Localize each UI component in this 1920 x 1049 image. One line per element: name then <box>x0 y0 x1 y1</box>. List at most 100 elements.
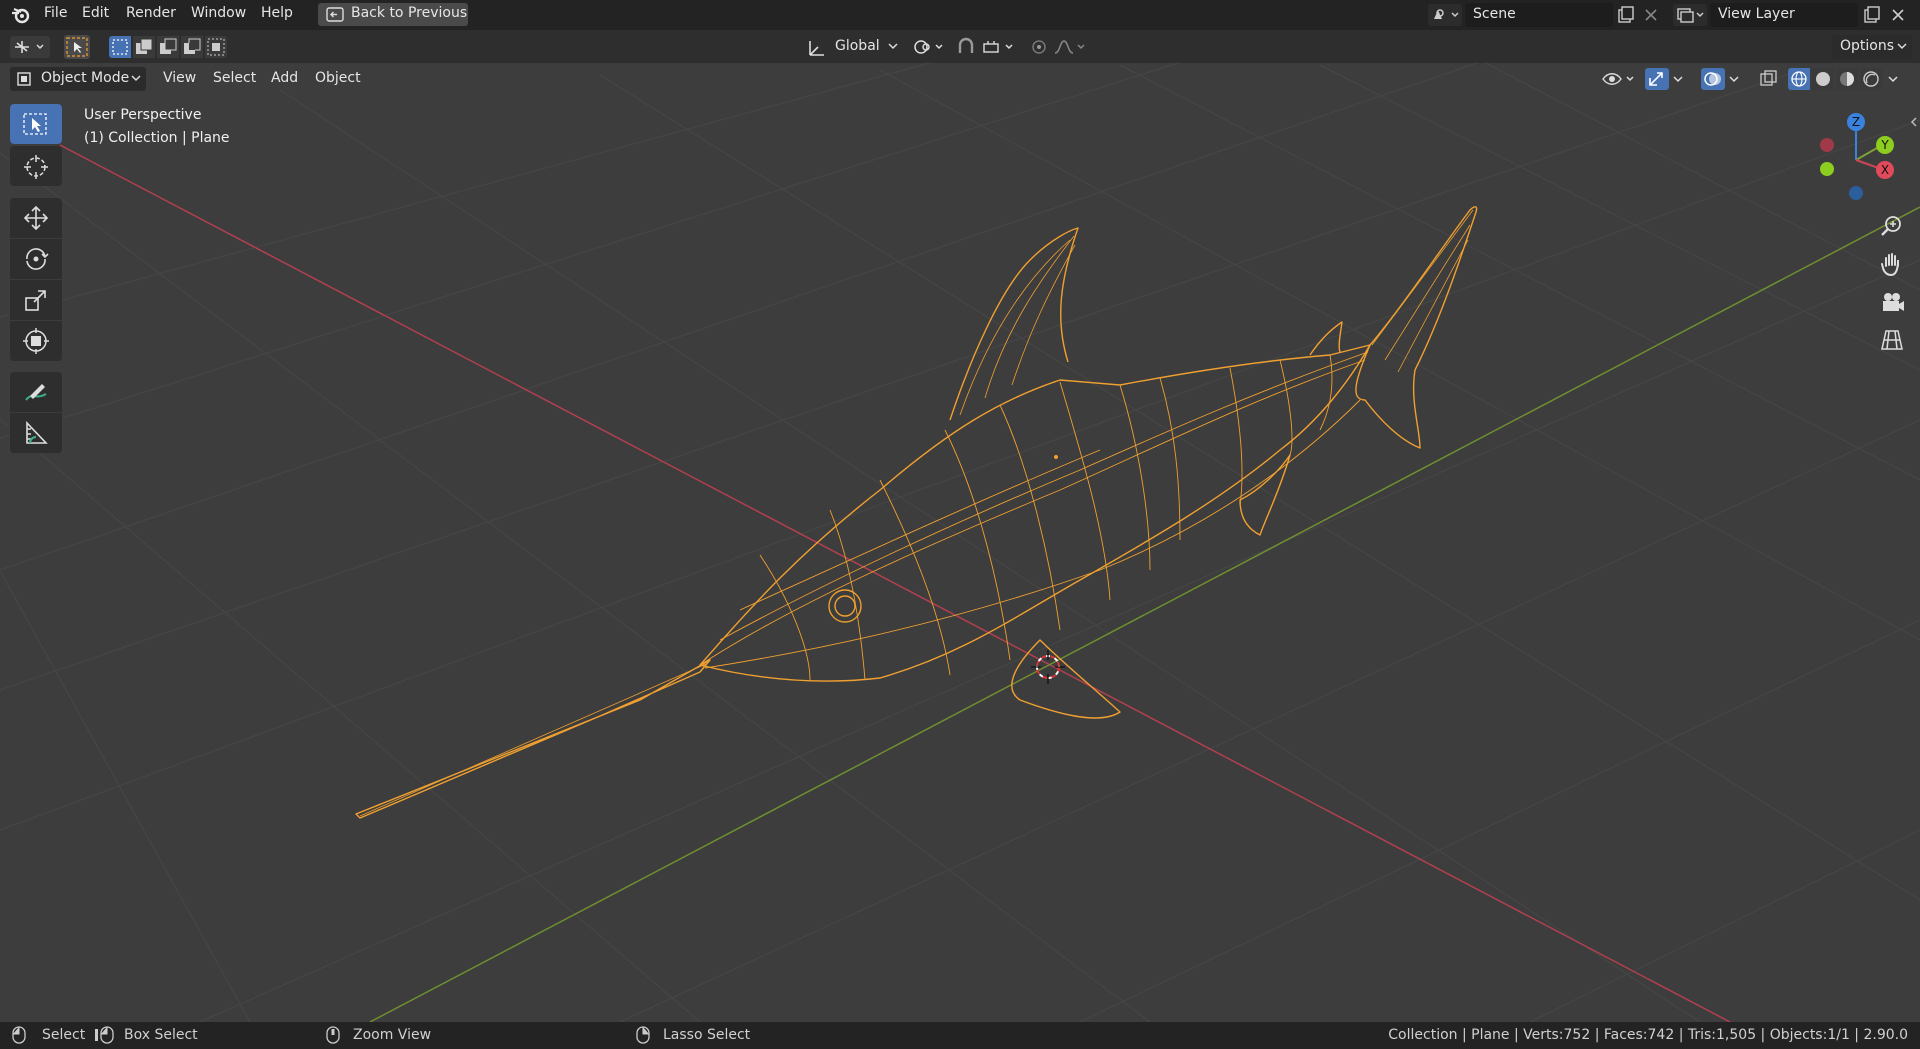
cursor-tool[interactable] <box>10 146 62 186</box>
select-mode-difference-icon[interactable] <box>181 36 203 58</box>
rotate-tool[interactable] <box>10 239 62 279</box>
move-tool[interactable] <box>10 198 62 238</box>
status-select: Select <box>42 1027 86 1043</box>
menu-render[interactable]: Render <box>126 5 176 21</box>
perspective-toggle-icon[interactable] <box>1878 326 1906 354</box>
chevron-down-icon <box>887 40 899 56</box>
mouse-drag-icon <box>94 1026 116 1048</box>
visibility-icon[interactable] <box>1600 68 1638 90</box>
gizmo-x-axis[interactable]: X <box>1876 161 1894 179</box>
mouse-right-icon <box>636 1026 650 1048</box>
chevron-down-icon <box>130 72 142 88</box>
viewport-canvas[interactable] <box>0 63 1920 1022</box>
annotate-pencil-icon <box>22 378 50 410</box>
transform-tool[interactable] <box>10 321 62 361</box>
status-bar: Select Box Select Zoom View Lasso Select… <box>0 1022 1920 1049</box>
gizmo-z-axis[interactable]: Z <box>1847 113 1865 131</box>
zoom-icon[interactable] <box>1878 212 1906 240</box>
status-lasso-select: Lasso Select <box>663 1027 751 1043</box>
left-toolbar <box>10 104 62 460</box>
status-box-select: Box Select <box>124 1027 198 1043</box>
collection-label: (1) Collection | Plane <box>84 130 230 146</box>
back-button-label: Back to Previous <box>351 5 468 21</box>
snap-target-icon[interactable] <box>980 36 1018 58</box>
blender-logo-icon[interactable] <box>10 5 32 25</box>
menu-window[interactable]: Window <box>191 5 246 21</box>
options-label: Options <box>1840 38 1895 54</box>
select-mode-extend-icon[interactable] <box>133 36 155 58</box>
3d-cursor-icon <box>1031 650 1065 684</box>
rotate-icon <box>22 245 50 277</box>
scene-field[interactable]: Scene <box>1465 3 1613 27</box>
camera-view-icon[interactable] <box>1878 288 1906 316</box>
floor-grid <box>0 63 1920 1022</box>
view-layer-name: View Layer <box>1718 6 1795 22</box>
select-mode-new-icon[interactable] <box>109 36 131 58</box>
menu-edit[interactable]: Edit <box>82 5 109 21</box>
status-zoom-view: Zoom View <box>353 1027 432 1043</box>
snap-toggle-icon[interactable] <box>954 36 978 58</box>
sidebar-expand-icon[interactable] <box>1908 114 1920 130</box>
shading-options-icon[interactable] <box>1886 68 1902 90</box>
overlays-toggle-icon[interactable] <box>1701 68 1725 90</box>
select-box-tool[interactable] <box>10 104 62 144</box>
new-scene-icon[interactable] <box>1616 5 1636 25</box>
shading-wireframe-icon[interactable] <box>1788 68 1810 90</box>
delete-scene-icon[interactable] <box>1641 5 1661 25</box>
object-mode-label: Object Mode <box>41 70 130 86</box>
scene-name: Scene <box>1473 6 1516 22</box>
pan-hand-icon[interactable] <box>1878 250 1906 278</box>
delete-view-layer-icon[interactable] <box>1888 5 1908 25</box>
new-view-layer-icon[interactable] <box>1862 5 1882 25</box>
pivot-point-icon[interactable] <box>912 36 948 58</box>
perspective-label: User Perspective <box>84 107 202 123</box>
options-dropdown[interactable]: Options <box>1832 35 1912 59</box>
back-to-previous-button[interactable]: Back to Previous <box>318 3 468 26</box>
editor-type-icon[interactable] <box>10 36 50 58</box>
falloff-curve-icon[interactable] <box>1052 36 1090 58</box>
menu-file[interactable]: File <box>44 5 67 21</box>
proportional-editing-icon[interactable] <box>1028 36 1050 58</box>
mouse-left-icon <box>12 1026 26 1048</box>
view-layer-field[interactable]: View Layer <box>1710 3 1858 27</box>
object-mode-icon <box>16 71 32 91</box>
measure-ruler-icon <box>22 419 50 451</box>
gizmo-toggle-icon[interactable] <box>1645 68 1669 90</box>
select-mode-intersect-icon[interactable] <box>205 36 227 58</box>
top-menu-bar: File Edit Render Window Help Back to Pre… <box>0 0 1920 30</box>
gizmo-y-axis[interactable]: Y <box>1876 136 1894 154</box>
swordfish-mesh <box>355 206 1478 819</box>
scale-tool[interactable] <box>10 280 62 320</box>
select-tool-indicator-icon[interactable] <box>64 35 90 59</box>
select-menu[interactable]: Select <box>213 70 256 86</box>
scene-type-icon[interactable] <box>1428 4 1462 26</box>
back-icon <box>326 7 344 26</box>
annotate-tool[interactable] <box>10 372 62 412</box>
orientation-label: Global <box>835 38 880 54</box>
object-menu[interactable]: Object <box>315 70 361 86</box>
scene-statistics: Collection | Plane | Verts:752 | Faces:7… <box>1388 1027 1908 1043</box>
chevron-down-icon <box>1896 40 1908 56</box>
gizmo-options-icon[interactable] <box>1671 68 1687 90</box>
shading-material-icon[interactable] <box>1836 68 1858 90</box>
xray-toggle-icon[interactable] <box>1757 68 1779 90</box>
view-layer-type-icon[interactable] <box>1673 4 1707 26</box>
view-menu[interactable]: View <box>163 70 196 86</box>
menu-help[interactable]: Help <box>261 5 293 21</box>
transform-icon <box>22 327 50 359</box>
shading-solid-icon[interactable] <box>1812 68 1834 90</box>
measure-tool[interactable] <box>10 413 62 453</box>
tool-header: Global Options <box>0 30 1920 63</box>
scale-icon <box>22 286 50 318</box>
overlays-options-icon[interactable] <box>1727 68 1743 90</box>
navigation-gizmo[interactable]: Z Y X <box>1820 110 1900 200</box>
select-mode-subtract-icon[interactable] <box>157 36 179 58</box>
transform-orientation-dropdown[interactable]: Global <box>805 35 903 59</box>
cursor-icon <box>22 153 50 185</box>
select-box-icon <box>22 112 50 140</box>
mouse-middle-icon <box>326 1026 340 1048</box>
shading-rendered-icon[interactable] <box>1860 68 1882 90</box>
y-axis-line <box>369 206 1920 1022</box>
object-mode-dropdown[interactable]: Object Mode <box>10 67 146 91</box>
add-menu[interactable]: Add <box>271 70 298 86</box>
